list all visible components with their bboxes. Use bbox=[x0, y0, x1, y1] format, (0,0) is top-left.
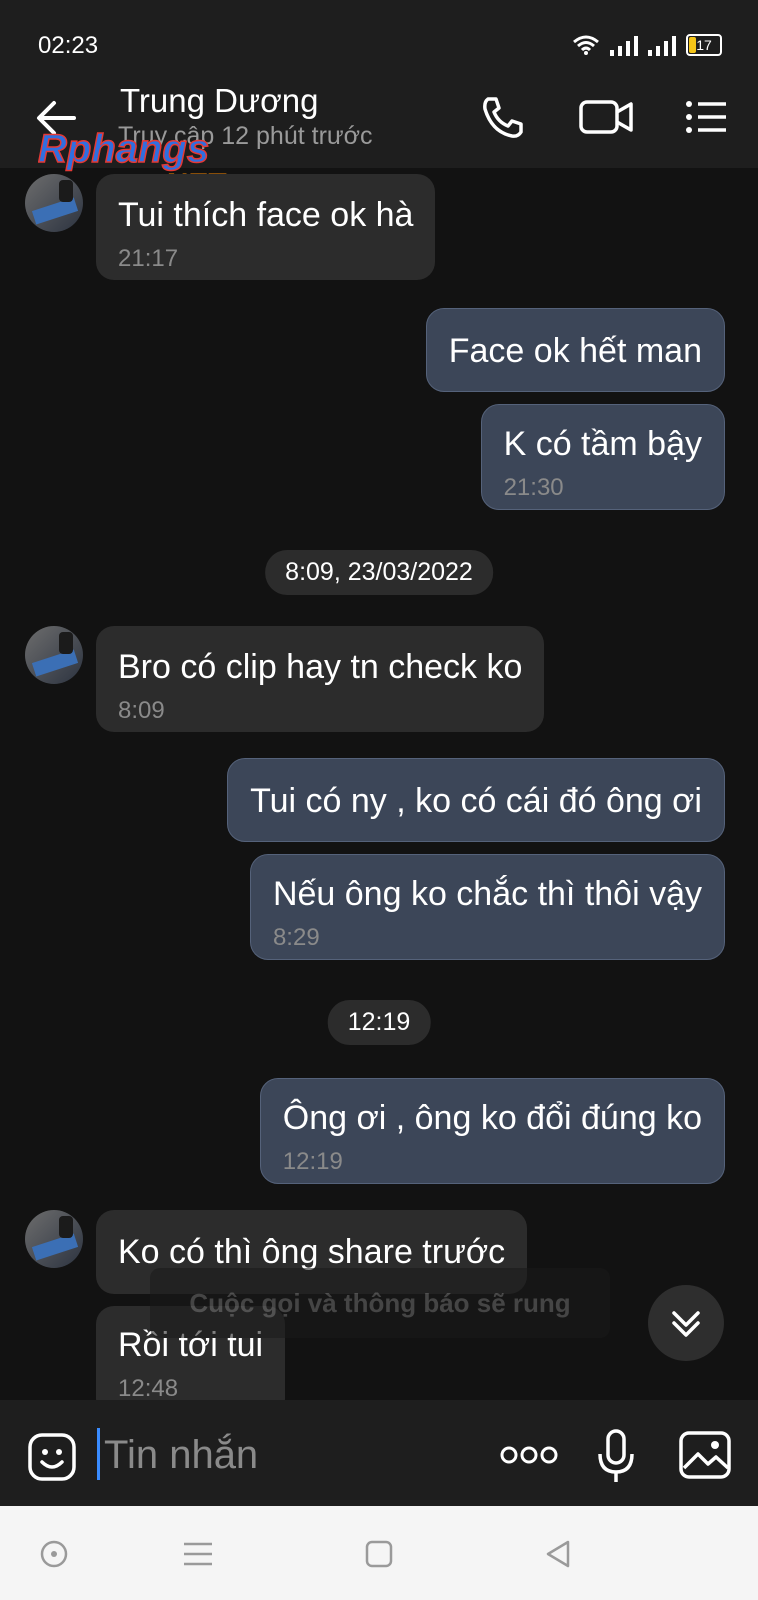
chat-header: Trung Dương Truy cập 12 phút trước Rphan… bbox=[0, 66, 758, 201]
date-separator: 12:19 bbox=[327, 1000, 431, 1045]
image-icon[interactable] bbox=[678, 1430, 732, 1480]
phone-icon[interactable] bbox=[478, 94, 528, 140]
contact-name[interactable]: Trung Dương bbox=[120, 82, 318, 120]
message-text: K có tầm bậy bbox=[503, 425, 702, 463]
scroll-to-bottom-button[interactable] bbox=[648, 1285, 724, 1361]
double-chevron-down-icon bbox=[672, 1311, 700, 1337]
contact-avatar[interactable] bbox=[25, 174, 83, 232]
message-text: Ông ơi , ông ko đổi đúng ko bbox=[282, 1099, 702, 1137]
sticker-icon[interactable] bbox=[27, 1432, 77, 1482]
message-time: 21:17 bbox=[118, 245, 179, 272]
wifi-icon bbox=[573, 35, 599, 55]
message-time: 21:30 bbox=[503, 474, 564, 501]
message-bubble[interactable]: Ông ơi , ông ko đổi đúng ko 12:19 bbox=[259, 1078, 725, 1184]
message-text: Bro có clip hay tn check ko bbox=[118, 648, 523, 686]
back-triangle-icon[interactable] bbox=[538, 1534, 578, 1574]
recent-apps-icon[interactable] bbox=[178, 1534, 218, 1574]
message-bubble[interactable]: Tui thích face ok hà 21:17 bbox=[96, 174, 436, 280]
status-icons: 17 bbox=[572, 34, 722, 56]
microphone-icon[interactable] bbox=[596, 1428, 636, 1484]
message-text: Tui có ny , ko có cái đó ông ơi bbox=[250, 782, 702, 820]
toast-notification: Cuộc gọi và thông báo sẽ rung bbox=[150, 1268, 610, 1338]
message-text: Nếu ông ko chắc thì thôi vậy bbox=[272, 875, 702, 913]
composer-bar bbox=[0, 1400, 758, 1506]
contact-avatar[interactable] bbox=[25, 626, 83, 684]
battery-icon: 17 bbox=[686, 34, 722, 56]
message-time: 8:29 bbox=[272, 924, 320, 951]
message-bubble[interactable]: Nếu ông ko chắc thì thôi vậy 8:29 bbox=[249, 854, 725, 960]
message-bubble[interactable]: Tui có ny , ko có cái đó ông ơi bbox=[227, 758, 725, 842]
menu-icon[interactable] bbox=[684, 94, 730, 140]
svg-text:Rphangs: Rphangs bbox=[38, 127, 209, 171]
message-bubble[interactable]: K có tầm bậy 21:30 bbox=[480, 404, 725, 510]
message-time: 12:19 bbox=[282, 1148, 343, 1175]
more-options-icon[interactable] bbox=[500, 1440, 558, 1470]
system-navigation-bar bbox=[0, 1506, 758, 1600]
signal-icon bbox=[610, 36, 638, 56]
message-bubble[interactable]: Face ok hết man bbox=[425, 308, 725, 392]
assistant-icon[interactable] bbox=[34, 1534, 74, 1574]
message-time: 12:48 bbox=[118, 1375, 179, 1400]
home-icon[interactable] bbox=[359, 1534, 399, 1574]
date-separator: 8:09, 23/03/2022 bbox=[265, 550, 493, 595]
message-text: Face ok hết man bbox=[448, 332, 702, 370]
status-time: 02:23 bbox=[38, 32, 99, 59]
battery-level: 17 bbox=[696, 37, 712, 53]
status-bar: 02:23 17 bbox=[0, 0, 758, 66]
contact-avatar[interactable] bbox=[25, 1210, 83, 1268]
signal-icon bbox=[648, 36, 676, 56]
message-input[interactable] bbox=[104, 1428, 464, 1482]
video-call-icon[interactable] bbox=[578, 94, 634, 140]
message-text: Tui thích face ok hà bbox=[118, 196, 414, 234]
message-bubble[interactable]: Bro có clip hay tn check ko 8:09 bbox=[96, 626, 545, 732]
message-time: 8:09 bbox=[118, 697, 165, 724]
message-list[interactable]: Tui thích face ok hà 21:17 Face ok hết m… bbox=[0, 168, 758, 1400]
text-cursor bbox=[97, 1428, 100, 1480]
